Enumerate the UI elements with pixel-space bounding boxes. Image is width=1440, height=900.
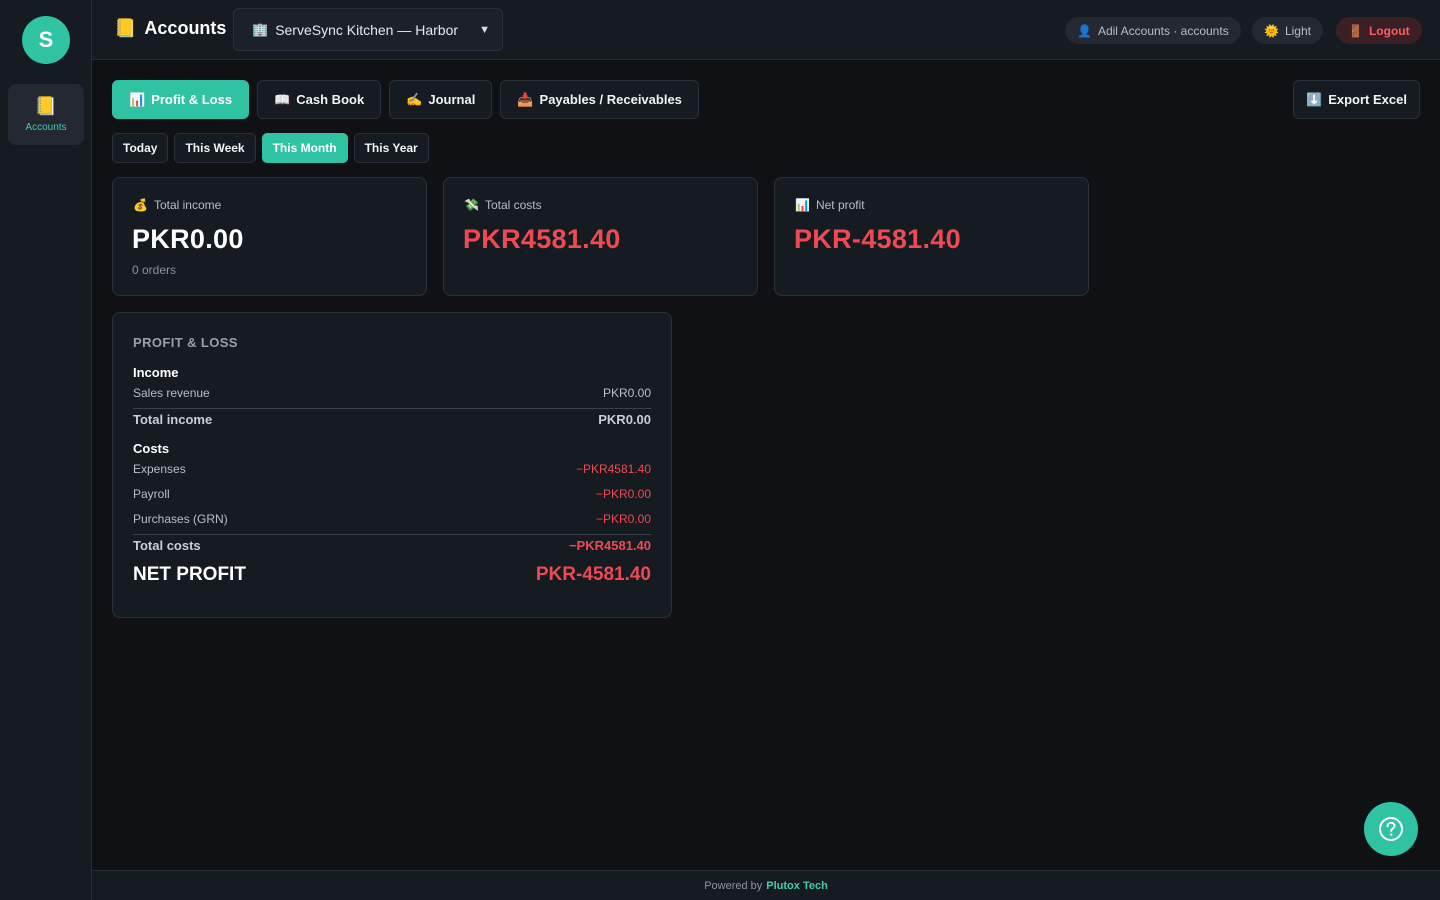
theme-toggle[interactable]: 🌞 Light xyxy=(1252,17,1323,44)
period-this-week[interactable]: This Week xyxy=(174,133,256,163)
door-icon: 🚪 xyxy=(1348,23,1363,38)
card-value: PKR0.00 xyxy=(132,224,244,254)
period-this-month[interactable]: This Month xyxy=(261,133,348,163)
card-label-text: Total income xyxy=(153,198,222,212)
tab-profit-loss[interactable]: 📊 Profit & Loss xyxy=(112,80,250,119)
total-costs-card: 💸 Total costs PKR4581.40 xyxy=(443,177,758,296)
period-filter: Today This Week This Month This Year xyxy=(112,133,429,163)
net-profit-card: 📊 Net profit PKR-4581.40 xyxy=(774,177,1089,296)
chart-icon: 📊 xyxy=(795,198,810,212)
row-label: NET PROFIT xyxy=(133,564,246,585)
top-header: 📒 Accounts 🏢 ServeSync Kitchen — Harbor … xyxy=(92,0,1440,60)
footer-text: Powered by xyxy=(704,879,763,892)
report-tabs: 📊 Profit & Loss 📖 Cash Book ✍️ Journal 📥… xyxy=(112,80,699,119)
writing-hand-icon: ✍️ xyxy=(406,91,423,107)
row-label: Expenses xyxy=(133,462,186,476)
card-label-text: Total costs xyxy=(484,198,542,212)
card-label-text: Net profit xyxy=(815,198,865,212)
page-title: 📒 Accounts xyxy=(114,18,226,39)
user-badge[interactable]: 👤 Adil Accounts · accounts xyxy=(1065,17,1241,44)
building-icon: 🏢 xyxy=(252,21,269,37)
card-label: 📊 Net profit xyxy=(795,198,865,212)
row-value: PKR0.00 xyxy=(598,412,651,427)
tab-label: Profit & Loss xyxy=(151,92,233,107)
total-income-row: Total income PKR0.00 xyxy=(133,408,651,427)
total-costs-row: Total costs −PKR4581.40 xyxy=(133,534,651,553)
page-title-text: Accounts xyxy=(144,18,227,38)
money-bag-icon: 💰 xyxy=(133,198,148,212)
money-wings-icon: 💸 xyxy=(464,198,479,212)
help-button[interactable] xyxy=(1364,802,1418,856)
ledger-icon: 📒 xyxy=(34,96,58,116)
inbox-icon: 📥 xyxy=(517,91,534,107)
tab-label: Payables / Receivables xyxy=(539,92,682,107)
logout-button[interactable]: 🚪 Logout xyxy=(1336,17,1422,44)
row-label: Payroll xyxy=(133,487,170,501)
income-heading: Income xyxy=(133,365,651,380)
row-label: Sales revenue xyxy=(133,386,210,400)
ledger-icon: 📒 xyxy=(114,18,137,38)
card-subtext: 0 orders xyxy=(132,263,177,277)
sun-icon: 🌞 xyxy=(1264,23,1279,38)
section-heading: Income xyxy=(133,365,179,380)
sidebar: S 📒 Accounts xyxy=(0,0,92,900)
branch-select[interactable]: 🏢 ServeSync Kitchen — Harbor ▼ xyxy=(233,8,503,51)
brand-logo[interactable]: S xyxy=(22,16,70,64)
expenses-row: Expenses −PKR4581.40 xyxy=(133,462,651,476)
statement-title: PROFIT & LOSS xyxy=(133,335,238,350)
row-value: PKR0.00 xyxy=(602,386,651,400)
total-income-card: 💰 Total income PKR0.00 0 orders xyxy=(112,177,427,296)
download-icon: ⬇️ xyxy=(1306,91,1323,107)
export-excel-button[interactable]: ⬇️ Export Excel xyxy=(1293,80,1420,119)
theme-toggle-label: Light xyxy=(1284,23,1311,38)
net-profit-row: NET PROFIT PKR-4581.40 xyxy=(133,564,651,586)
branch-select-value: ServeSync Kitchen — Harbor xyxy=(275,21,459,38)
row-value: −PKR4581.40 xyxy=(575,462,651,476)
card-label: 💰 Total income xyxy=(133,198,221,212)
tab-cash-book[interactable]: 📖 Cash Book xyxy=(257,80,382,119)
chart-icon: 📊 xyxy=(129,91,146,107)
tab-journal[interactable]: ✍️ Journal xyxy=(389,80,493,119)
footer-brand-link[interactable]: Plutox Tech xyxy=(766,880,828,892)
row-label: Total costs xyxy=(133,538,201,553)
period-today[interactable]: Today xyxy=(112,133,169,163)
row-value: −PKR0.00 xyxy=(595,487,651,501)
user-icon: 👤 xyxy=(1077,23,1092,38)
logout-label: Logout xyxy=(1368,23,1410,38)
tab-payables-receivables[interactable]: 📥 Payables / Receivables xyxy=(500,80,699,119)
tab-label: Journal xyxy=(428,92,476,107)
row-value: −PKR4581.40 xyxy=(568,538,651,553)
section-heading: Costs xyxy=(133,441,170,456)
card-value: PKR-4581.40 xyxy=(794,224,961,254)
question-icon xyxy=(1379,817,1403,841)
row-label: Purchases (GRN) xyxy=(133,512,228,526)
row-label: Total income xyxy=(133,412,213,427)
row-value: −PKR0.00 xyxy=(595,512,651,526)
profit-loss-statement: PROFIT & LOSS Income Sales revenue PKR0.… xyxy=(112,312,672,618)
chevron-down-icon: ▼ xyxy=(479,23,490,36)
costs-heading: Costs xyxy=(133,441,651,456)
payroll-row: Payroll −PKR0.00 xyxy=(133,487,651,501)
tab-label: Cash Book xyxy=(296,92,365,107)
row-value: PKR-4581.40 xyxy=(535,564,651,585)
footer: Powered by Plutox Tech xyxy=(92,870,1440,900)
purchases-row: Purchases (GRN) −PKR0.00 xyxy=(133,512,651,526)
sales-revenue-row: Sales revenue PKR0.00 xyxy=(133,386,651,400)
user-badge-label: Adil Accounts · accounts xyxy=(1097,23,1229,38)
card-value: PKR4581.40 xyxy=(463,224,621,254)
sidebar-item-accounts[interactable]: 📒 Accounts xyxy=(8,84,84,145)
book-icon: 📖 xyxy=(274,91,291,107)
period-this-year[interactable]: This Year xyxy=(353,133,429,163)
sidebar-item-label: Accounts xyxy=(25,122,67,133)
card-label: 💸 Total costs xyxy=(464,198,542,212)
export-label: Export Excel xyxy=(1328,92,1407,107)
